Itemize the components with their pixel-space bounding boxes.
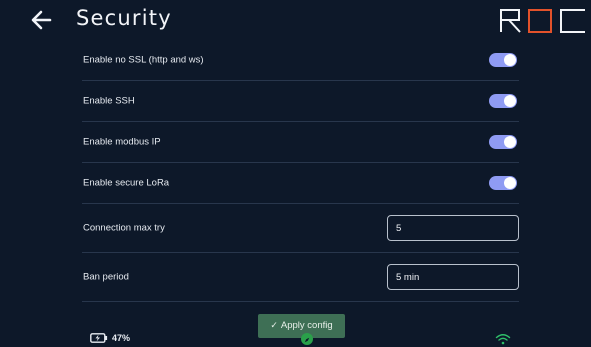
setting-row-modbus: Enable modbus IP [82,122,519,163]
setting-label: Connection max try [83,222,165,234]
toggle-knob [504,177,516,189]
setting-row-ban-period: Ban period [82,253,519,302]
secure-lora-toggle[interactable] [489,176,517,190]
setting-row-ssh: Enable SSH [82,81,519,122]
ssh-toggle[interactable] [489,94,517,108]
compass-icon [301,333,313,345]
modbus-ip-toggle[interactable] [489,135,517,149]
toggle-knob [504,95,516,107]
page-title: Security [76,6,172,30]
battery-charging-icon [90,333,108,343]
battery-percent: 47% [112,333,131,343]
setting-row-max-try: Connection max try [82,204,519,253]
ban-period-input[interactable] [387,264,519,290]
security-screen: Security Enable no SSL (http and ws) Ena… [0,0,591,347]
battery-indicator: 47% [90,333,130,343]
header: Security [0,0,591,42]
arrow-left-icon [31,10,52,30]
compass-glyph [304,337,310,343]
toggle-knob [504,54,516,66]
toggle-knob [504,136,516,148]
setting-label: Enable modbus IP [83,136,161,148]
setting-row-lora: Enable secure LoRa [82,163,519,204]
settings-list: Enable no SSL (http and ws) Enable SSH E… [82,40,519,302]
setting-label: Enable no SSL (http and ws) [83,54,204,66]
setting-label: Ban period [83,271,129,283]
roc-logo [500,9,585,33]
back-button[interactable] [26,6,56,34]
setting-label: Enable secure LoRa [83,177,170,189]
setting-label: Enable SSH [83,95,135,107]
connection-max-try-input[interactable] [387,215,519,241]
status-bar: 47% [0,330,591,347]
wifi-icon [495,334,511,345]
setting-row-no-ssl: Enable no SSL (http and ws) [82,40,519,81]
no-ssl-toggle[interactable] [489,53,517,67]
